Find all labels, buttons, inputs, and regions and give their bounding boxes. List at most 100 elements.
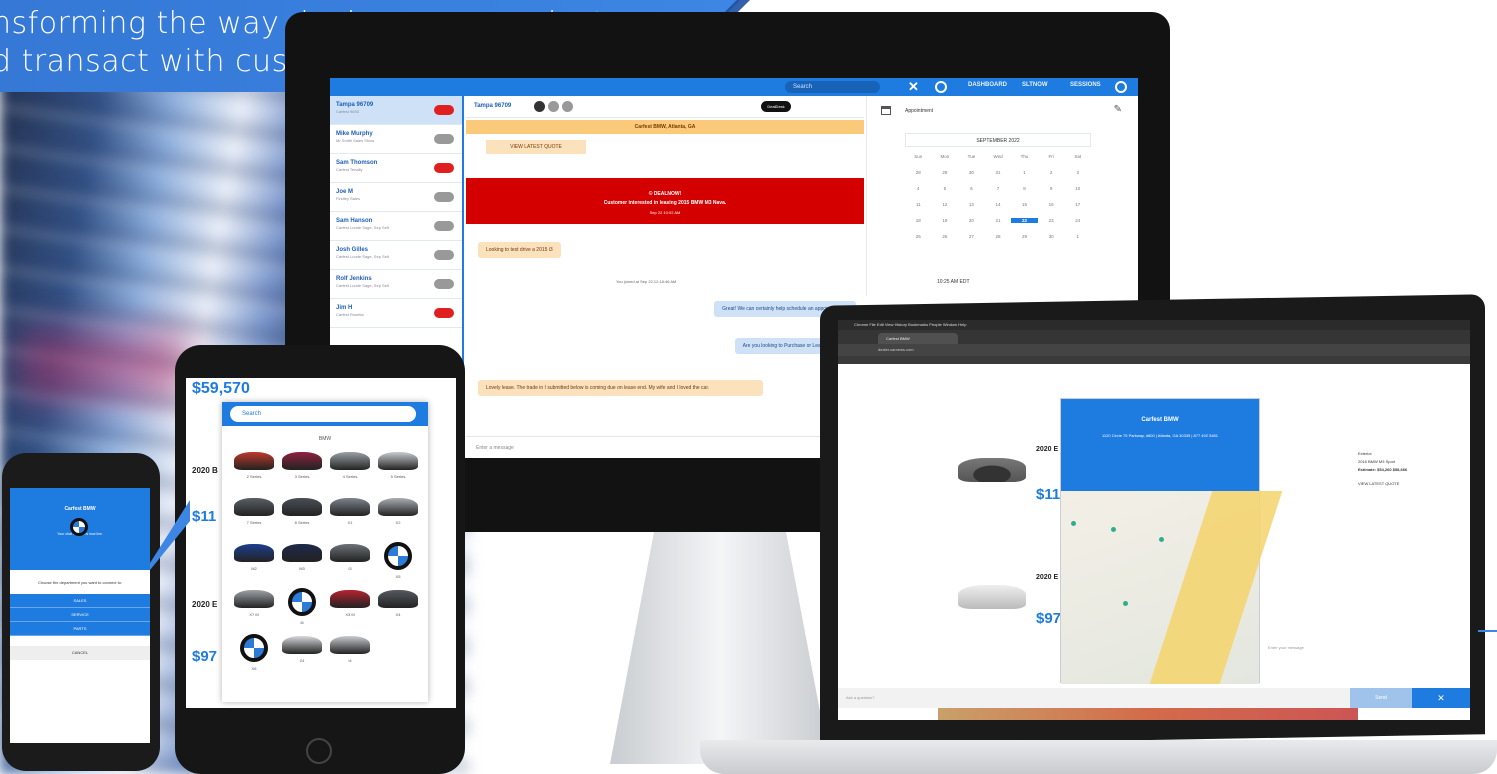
model-tile[interactable]: 7 Series [230,496,278,532]
calendar-day[interactable]: 1 [1011,170,1038,175]
calendar-day[interactable]: 27 [958,234,985,239]
side-car-title: 2020 B [192,466,218,475]
profile-icon[interactable] [1115,81,1127,93]
calendar-day[interactable]: 15 [1011,202,1038,207]
nav-sltnow[interactable]: SLTNOW [1022,82,1048,88]
calendar-day[interactable]: 1 [1064,234,1091,239]
calendar-month[interactable]: SEPTEMBER 2022 [905,133,1091,147]
map-pin-icon[interactable] [1111,527,1116,532]
model-tile[interactable]: 3 Series [278,450,326,486]
calendar-day[interactable]: 19 [932,218,959,223]
model-tile[interactable]: X5 [374,542,422,579]
calendar-day[interactable]: 6 [958,186,985,191]
list-item[interactable]: Jim H Carfest Rosetia [330,299,462,328]
list-item[interactable]: Rolf Jenkins Carfest Lunde Sage, Sep Sel… [330,270,462,299]
calendar-day[interactable]: 16 [1038,202,1065,207]
model-tile[interactable]: X4 [374,588,422,624]
calendar-day[interactable]: 31 [985,170,1012,175]
phone-icon[interactable] [548,101,559,112]
address-bar[interactable]: dealer.carnews.com [838,344,1470,356]
car-image[interactable] [958,585,1026,609]
calendar-day[interactable]: 28 [985,234,1012,239]
calendar-day[interactable]: 26 [932,234,959,239]
calendar-day[interactable]: 8 [1011,186,1038,191]
department-service-button[interactable]: SERVICE [10,608,150,622]
status-icon[interactable] [935,81,947,93]
appointment-time[interactable]: 10:25 AM EDT [937,279,970,285]
model-tile[interactable]: M2 [230,542,278,578]
model-tile[interactable]: X7 M [230,588,278,624]
browser-tab[interactable]: Carfest BMW [878,333,958,344]
nav-sessions[interactable]: SESSIONS [1070,82,1101,88]
calendar-day[interactable]: 30 [958,170,985,175]
edit-icon[interactable]: ✎ [1114,104,1122,115]
car-thumbnail [378,498,418,516]
department-parts-button[interactable]: PARTS [10,622,150,636]
car-thumbnail [234,544,274,562]
calendar-day[interactable]: 17 [1064,202,1091,207]
list-item[interactable]: Joe M Findley Sales [330,183,462,212]
car-image[interactable] [958,458,1026,482]
search-input[interactable]: Search [785,81,880,93]
model-tile[interactable]: X3 M [326,588,374,624]
map-pin-icon[interactable] [1123,601,1128,606]
nav-dashboard[interactable]: DASHBOARD [968,82,1007,88]
calendar-day[interactable]: 18 [905,218,932,223]
search-input[interactable]: Search [230,406,416,422]
message-input[interactable]: Enter your message [1268,645,1458,655]
calendar-day[interactable]: 7 [985,186,1012,191]
message-input[interactable]: Enter a message [466,436,864,458]
map-pin-icon[interactable] [1159,537,1164,542]
model-tile[interactable]: i8 [278,588,326,625]
department-sales-button[interactable]: SALES [10,594,150,608]
list-item[interactable]: Josh Gilles Carfest Lunde Sage, Sep Selt [330,241,462,270]
calendar-day[interactable]: 3 [1064,170,1091,175]
calendar-day[interactable]: 21 [985,218,1012,223]
calendar-day[interactable]: 23 [1038,218,1065,223]
calendar-day[interactable]: 29 [932,170,959,175]
calendar-day[interactable]: 10 [1064,186,1091,191]
car-price: $97 [1036,610,1062,627]
calendar-day[interactable]: 9 [1038,186,1065,191]
list-item[interactable]: Sam Thomson Carfest Tenally [330,154,462,183]
calendar-day[interactable]: 11 [905,202,932,207]
calendar-day[interactable]: 13 [958,202,985,207]
list-item[interactable]: Tampa 96709 Carfest 9693 [330,96,462,125]
model-tile[interactable]: 5 Series [374,450,422,486]
view-latest-quote-button[interactable]: VIEW LATEST QUOTE [486,140,586,154]
calendar-day[interactable]: 22 [1011,218,1038,223]
home-button[interactable] [306,738,332,764]
calendar-day[interactable]: 4 [905,186,932,191]
model-tile[interactable]: X6 [230,634,278,671]
email-icon[interactable] [562,101,573,112]
model-tile[interactable]: i3 [326,542,374,578]
calendar-day[interactable]: 25 [905,234,932,239]
model-tile[interactable]: 8 Series [278,496,326,532]
cancel-button[interactable]: CANCEL [10,646,150,660]
send-button[interactable]: Send [1350,688,1412,708]
calendar-day[interactable]: 24 [1064,218,1091,223]
map-pin-icon[interactable] [1071,521,1076,526]
model-tile[interactable]: X1 [326,496,374,532]
calendar-day[interactable]: 12 [932,202,959,207]
calendar-day[interactable]: 20 [958,218,985,223]
map[interactable] [1061,491,1283,684]
list-item[interactable]: Mike Murphy Mr Smith Sales Show [330,125,462,154]
calendar-day[interactable]: 2 [1038,170,1065,175]
model-tile[interactable]: M3 [278,542,326,578]
calendar-day[interactable]: 29 [1011,234,1038,239]
calendar-day[interactable]: 28 [905,170,932,175]
video-icon[interactable] [534,101,545,112]
calendar-day[interactable]: 30 [1038,234,1065,239]
model-tile[interactable]: i4 [326,634,374,670]
calendar-day[interactable]: 5 [932,186,959,191]
model-tile[interactable]: 4 Series [326,450,374,486]
list-item[interactable]: Sam Hanson Carfest Lunde Sage, Sep Selt [330,212,462,241]
model-tile[interactable]: 2 Series [230,450,278,486]
model-tile[interactable]: X2 [374,496,422,532]
dealdesk-button[interactable]: DealDesk [761,101,791,112]
model-tile[interactable]: Z4 [278,634,326,670]
view-latest-quote-link[interactable]: VIEW LATEST QUOTE [1358,480,1407,488]
calendar-day[interactable]: 14 [985,202,1012,207]
close-button[interactable]: ✕ [1412,688,1470,708]
